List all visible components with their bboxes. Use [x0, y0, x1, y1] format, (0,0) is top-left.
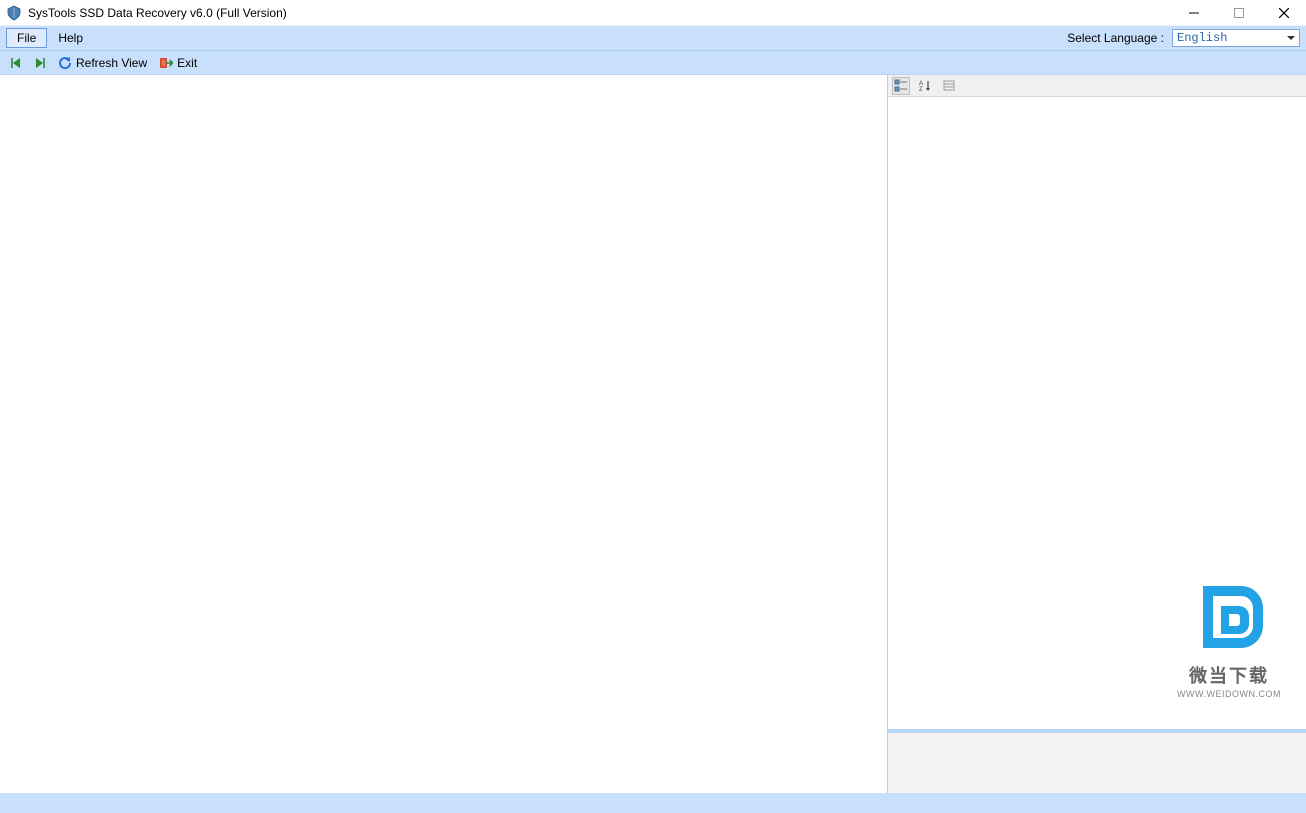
language-label: Select Language :	[1067, 31, 1164, 45]
minimize-button[interactable]	[1171, 0, 1216, 26]
language-select-value: English	[1177, 31, 1227, 45]
property-pages-button[interactable]	[940, 77, 958, 95]
main-view-pane	[0, 75, 888, 793]
exit-label: Exit	[177, 56, 197, 70]
properties-body	[888, 97, 1306, 729]
svg-text:Z: Z	[919, 87, 923, 93]
window-title: SysTools SSD Data Recovery v6.0 (Full Ve…	[28, 6, 287, 20]
properties-pane: A Z	[888, 75, 1306, 733]
titlebar: SysTools SSD Data Recovery v6.0 (Full Ve…	[0, 0, 1306, 26]
exit-icon	[159, 56, 173, 70]
menu-file[interactable]: File	[6, 28, 47, 48]
nav-first-button[interactable]	[6, 56, 26, 70]
properties-toolbar: A Z	[888, 75, 1306, 97]
toolbar: Refresh View Exit	[0, 50, 1306, 74]
refresh-view-label: Refresh View	[76, 56, 147, 70]
language-select[interactable]: English	[1172, 29, 1300, 47]
property-categorized-button[interactable]	[892, 77, 910, 95]
close-button[interactable]	[1261, 0, 1306, 26]
statusbar	[0, 793, 1306, 813]
refresh-view-button[interactable]: Refresh View	[54, 55, 151, 71]
nav-last-button[interactable]	[30, 56, 50, 70]
maximize-button[interactable]	[1216, 0, 1261, 26]
menubar: File Help Select Language : English	[0, 26, 1306, 50]
chevron-down-icon	[1287, 36, 1295, 40]
refresh-icon	[58, 56, 72, 70]
menu-file-label: File	[17, 31, 36, 45]
content-area: A Z	[0, 74, 1306, 793]
side-panel: A Z	[888, 75, 1306, 793]
menu-help[interactable]: Help	[47, 28, 94, 48]
property-alphabetical-button[interactable]: A Z	[916, 77, 934, 95]
app-icon	[6, 5, 22, 21]
menu-help-label: Help	[58, 31, 83, 45]
description-pane	[888, 733, 1306, 793]
exit-button[interactable]: Exit	[155, 55, 201, 71]
